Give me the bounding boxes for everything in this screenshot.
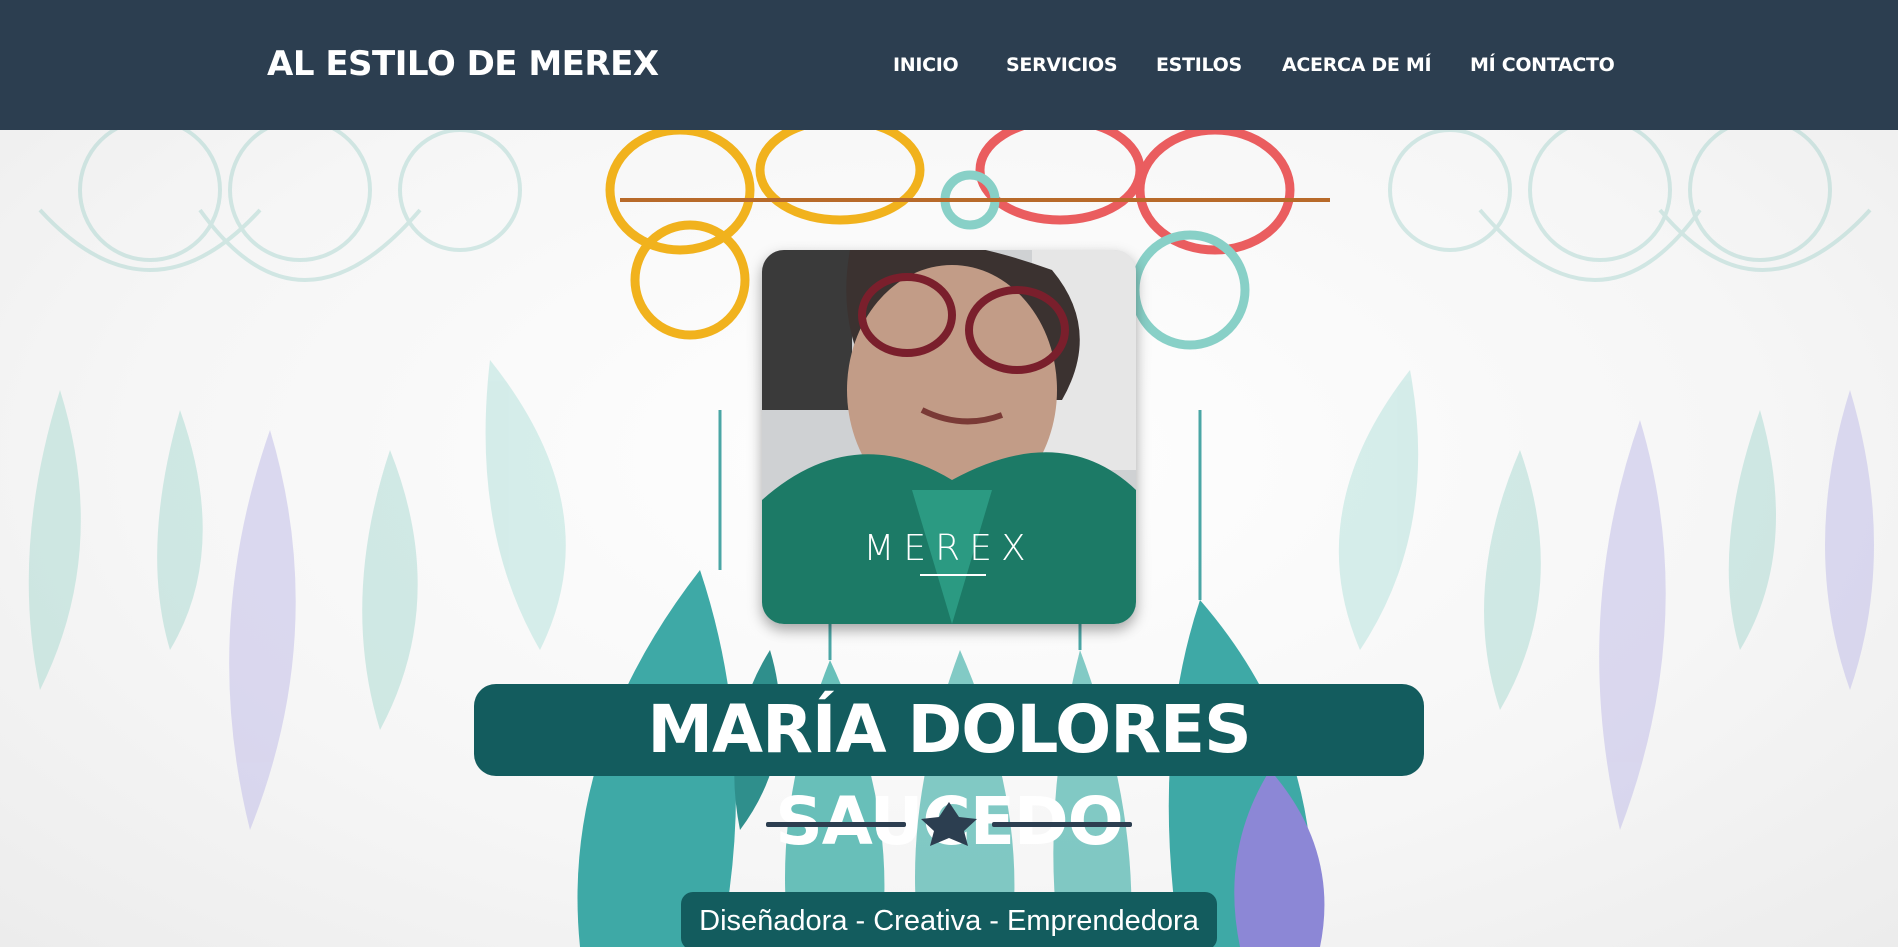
- star-divider: [766, 802, 1132, 846]
- divider-line-left: [766, 822, 906, 827]
- star-icon: [921, 802, 977, 846]
- hero-tagline: Diseñadora - Creativa - Emprendedora: [681, 892, 1217, 947]
- nav-link-acerca[interactable]: ACERCA DE MÍ: [1282, 54, 1432, 76]
- hero-section: MEREX MARÍA DOLORES SAUCEDO Diseñadora -…: [0, 130, 1898, 947]
- nav-link-estilos[interactable]: ESTILOS: [1156, 54, 1242, 76]
- nav-link-contacto[interactable]: MÍ CONTACTO: [1470, 54, 1615, 76]
- navbar: AL ESTILO DE MEREX INICIO SERVICIOS ESTI…: [0, 0, 1898, 130]
- divider-line-right: [992, 822, 1132, 827]
- profile-photo: MEREX: [762, 250, 1136, 624]
- main-nav: INICIO SERVICIOS ESTILOS ACERCA DE MÍ MÍ…: [0, 54, 1898, 84]
- caption-underline: [920, 574, 986, 576]
- nav-link-inicio[interactable]: INICIO: [893, 54, 959, 76]
- photo-caption: MEREX: [863, 528, 1035, 569]
- nav-link-servicios[interactable]: SERVICIOS: [1006, 54, 1118, 76]
- hero-name: MARÍA DOLORES SAUCEDO: [474, 684, 1424, 860]
